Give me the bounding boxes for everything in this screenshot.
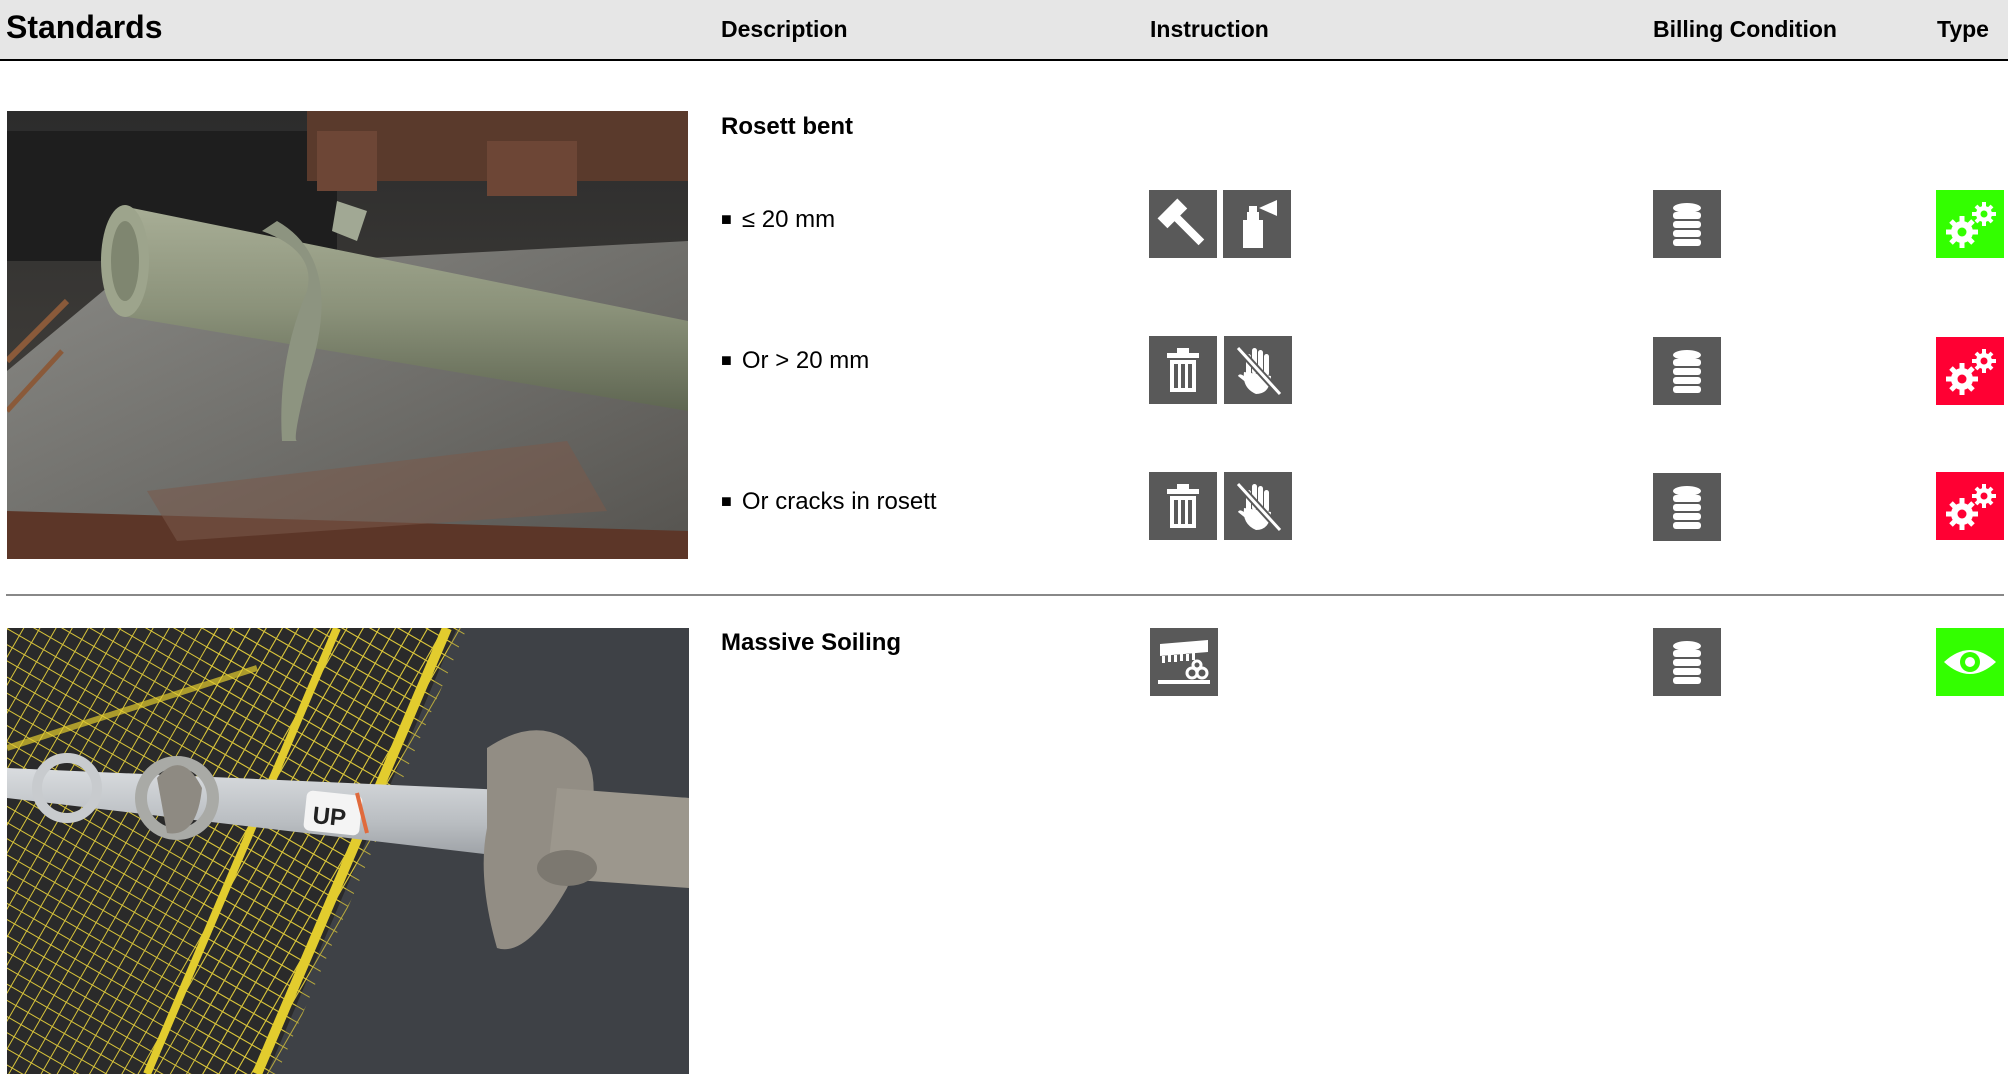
table-header: Standards Description Instruction Billin… bbox=[0, 0, 2008, 61]
trash-icon bbox=[1149, 472, 1217, 540]
coin-stack-icon bbox=[1653, 337, 1721, 405]
gears-icon bbox=[1936, 337, 2004, 405]
eye-icon bbox=[1936, 628, 2004, 696]
spray-can-icon bbox=[1223, 190, 1291, 258]
svg-text:UP: UP bbox=[311, 802, 347, 832]
header-description: Description bbox=[721, 16, 848, 42]
item-text: Or cracks in rosett bbox=[741, 488, 937, 515]
massive-soiling-photo: UP bbox=[7, 628, 689, 1074]
gears-icon bbox=[1936, 472, 2004, 540]
header-billing-condition: Billing Condition bbox=[1653, 16, 1837, 42]
bullet: ■ bbox=[721, 209, 732, 229]
coin-stack-icon bbox=[1653, 190, 1721, 258]
list-item: ■ Or > 20 mm bbox=[721, 347, 869, 375]
gears-icon bbox=[1936, 190, 2004, 258]
no-touch-hand-icon bbox=[1224, 336, 1292, 404]
trash-icon bbox=[1149, 336, 1217, 404]
section-title-rosett-bent: Rosett bent bbox=[721, 113, 853, 140]
bullet: ■ bbox=[721, 350, 732, 370]
header-type: Type bbox=[1937, 16, 1989, 42]
section-divider bbox=[6, 594, 2004, 596]
bullet: ■ bbox=[721, 491, 732, 511]
list-item: ■ ≤ 20 mm bbox=[721, 206, 835, 234]
coin-stack-icon bbox=[1653, 473, 1721, 541]
coin-stack-icon bbox=[1653, 628, 1721, 696]
no-touch-hand-icon bbox=[1224, 472, 1292, 540]
hammer-icon bbox=[1149, 190, 1217, 258]
list-item: ■ Or cracks in rosett bbox=[721, 488, 937, 516]
section-title-massive-soiling: Massive Soiling bbox=[721, 629, 902, 656]
header-instruction: Instruction bbox=[1150, 16, 1269, 42]
item-text: Or > 20 mm bbox=[741, 347, 870, 374]
rosett-bent-photo bbox=[7, 111, 688, 559]
cleaning-machine-icon bbox=[1150, 628, 1218, 696]
item-text: ≤ 20 mm bbox=[741, 206, 836, 233]
header-standards: Standards bbox=[6, 9, 163, 45]
